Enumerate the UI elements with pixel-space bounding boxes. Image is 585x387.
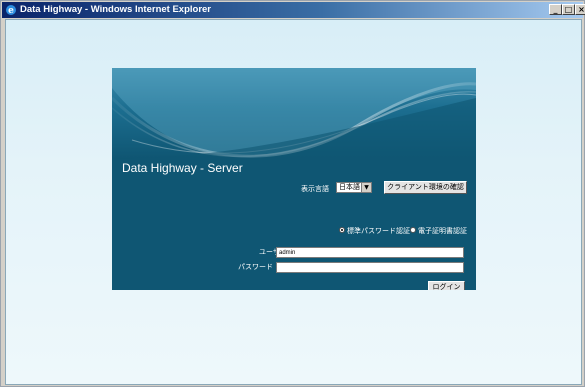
login-button[interactable]: ログイン xyxy=(428,281,465,290)
minimize-button[interactable]: _ xyxy=(549,4,562,15)
svg-text:e: e xyxy=(8,6,14,16)
maximize-button[interactable]: □ xyxy=(562,4,575,15)
auth-standard-label: 標準パスワード認証 xyxy=(347,227,410,235)
title-bar: e Data Highway - Windows Internet Explor… xyxy=(2,2,585,18)
language-select[interactable]: 日本語 ▼ xyxy=(336,182,372,193)
login-panel: Data Highway - Server 表示言語 日本語 ▼ クライアント環… xyxy=(112,68,476,290)
password-label: パスワード xyxy=(238,263,273,271)
auth-certificate-radio[interactable] xyxy=(410,227,416,233)
browser-window: e Data Highway - Windows Internet Explor… xyxy=(0,0,585,387)
language-selected-value: 日本語 xyxy=(339,183,360,191)
client-env-check-button[interactable]: クライアント環境の確認 xyxy=(384,181,467,194)
page-content: Data Highway - Server 表示言語 日本語 ▼ クライアント環… xyxy=(5,19,582,385)
ie-icon: e xyxy=(6,5,16,16)
chevron-down-icon[interactable]: ▼ xyxy=(361,183,371,192)
display-language-label: 表示言語 xyxy=(301,185,329,193)
server-title: Data Highway - Server xyxy=(122,161,243,175)
auth-standard-radio[interactable] xyxy=(339,227,345,233)
close-button[interactable]: × xyxy=(575,4,585,15)
auth-certificate-label: 電子証明書認証 xyxy=(418,227,467,235)
userid-input[interactable]: admin xyxy=(276,247,464,258)
password-input[interactable] xyxy=(276,262,464,273)
window-title: Data Highway - Windows Internet Explorer xyxy=(20,4,211,15)
